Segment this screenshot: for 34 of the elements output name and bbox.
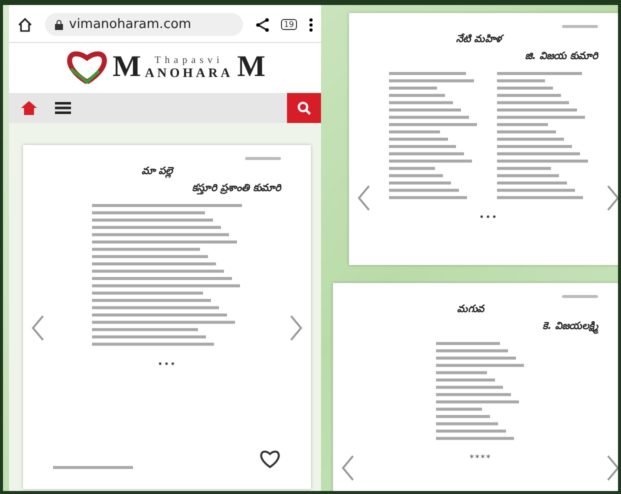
poem-title: నేటి మహిళ <box>456 33 502 47</box>
blurred-header-text <box>562 295 598 298</box>
chevron-left-icon[interactable] <box>341 455 355 481</box>
chevron-right-icon[interactable] <box>606 455 618 481</box>
separator-text: ••• <box>158 360 176 370</box>
separator-text: **** <box>470 454 492 464</box>
chevron-right-icon[interactable] <box>606 185 618 211</box>
chevron-right-icon[interactable] <box>289 315 303 341</box>
logo-tagline: Thapasvi <box>154 56 224 66</box>
lock-icon <box>55 20 63 30</box>
logo-text: ANOHARA <box>144 66 234 78</box>
poem-author: కస్తూరి ప్రశాంతి కుమారి <box>192 182 281 196</box>
heart-logo-icon <box>259 449 281 469</box>
logo-letter: M <box>237 52 266 82</box>
more-icon[interactable] <box>309 18 313 32</box>
separator-text: ••• <box>479 213 498 224</box>
search-button[interactable] <box>287 93 321 123</box>
blurred-header-text <box>562 25 598 28</box>
search-icon <box>297 101 311 115</box>
tab-count-button[interactable]: 19 <box>280 19 297 30</box>
chevron-left-icon[interactable] <box>357 185 371 211</box>
home-icon[interactable] <box>17 16 33 32</box>
chevron-left-icon[interactable] <box>31 315 45 341</box>
address-bar[interactable]: vimanoharam.com <box>45 13 243 36</box>
poem-title: మగువ <box>457 303 484 317</box>
share-icon[interactable] <box>254 18 269 32</box>
poem-author: జి. విజయ కుమారి <box>525 50 598 64</box>
poem-author: కె. విజయలక్ష్మి <box>542 320 598 334</box>
url-text: vimanoharam.com <box>69 17 192 32</box>
heart-logo-icon <box>64 49 109 85</box>
blurred-header-text <box>245 157 281 160</box>
menu-icon[interactable] <box>55 102 71 114</box>
poem-title: మా పల్లె <box>141 165 173 179</box>
logo-letter: M <box>112 52 141 82</box>
